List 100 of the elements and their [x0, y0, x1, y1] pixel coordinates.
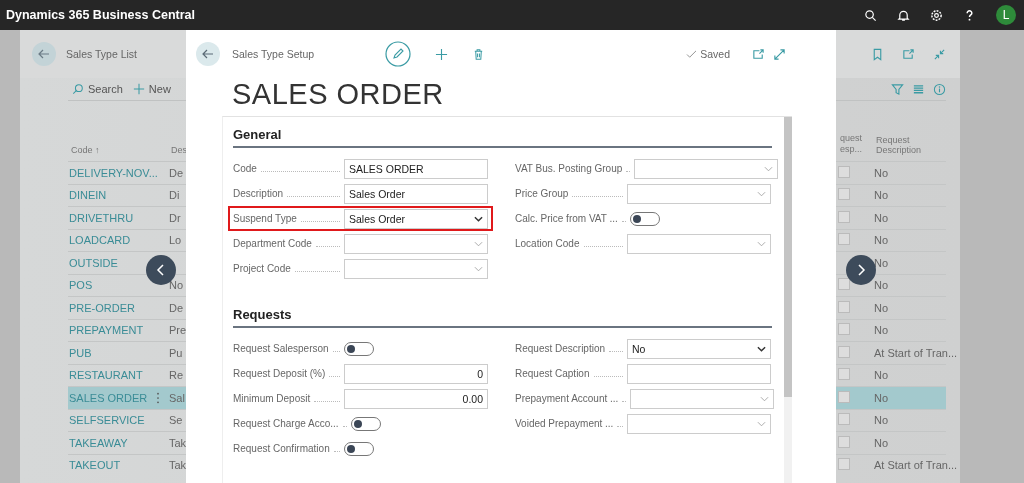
checkbox[interactable] [838, 368, 850, 381]
scrollbar[interactable] [784, 117, 792, 483]
code-link[interactable]: SALES ORDER [69, 391, 148, 404]
code-link[interactable]: DELIVERY-NOV... [69, 166, 158, 179]
delete-icon[interactable] [472, 47, 485, 61]
dropdown-field[interactable] [344, 258, 488, 279]
open-new-window-icon[interactable] [752, 47, 765, 61]
checkbox[interactable] [838, 458, 850, 471]
chevron-down-icon [757, 240, 766, 247]
checkbox[interactable] [838, 210, 850, 223]
field-label: Description [233, 188, 284, 199]
checkbox[interactable] [838, 345, 850, 358]
code-link[interactable]: PRE-ORDER [69, 301, 135, 314]
field-label: Project Code [233, 263, 291, 274]
settings-icon[interactable] [930, 8, 943, 22]
list-view-icon[interactable] [912, 82, 925, 96]
expand-icon[interactable] [773, 47, 786, 61]
back-icon[interactable] [196, 42, 220, 66]
open-new-window-icon[interactable] [902, 47, 915, 61]
section-header[interactable]: Requests [233, 307, 772, 328]
checkbox[interactable] [838, 390, 850, 403]
input-field[interactable]: Sales Order [344, 183, 488, 204]
collapse-icon[interactable] [933, 47, 946, 61]
input-field[interactable]: SALES ORDER [344, 158, 488, 179]
checkbox[interactable] [838, 413, 850, 426]
column-header[interactable]: Request Description [873, 135, 955, 155]
checkbox[interactable] [838, 188, 850, 201]
table-cell: Sal [169, 391, 185, 404]
more-options-icon[interactable] [156, 391, 160, 404]
page-title: Sales Type List [66, 48, 137, 60]
code-link[interactable]: LOADCARD [69, 234, 131, 247]
bell-icon[interactable] [897, 8, 910, 22]
code-link[interactable]: DINEIN [69, 189, 107, 202]
column-header[interactable]: Code ↑ [68, 145, 148, 155]
field-label: Request Salesperson [233, 343, 329, 354]
edit-icon[interactable] [385, 41, 411, 67]
field-label: Prepayment Account ... [515, 393, 619, 404]
checkbox[interactable] [838, 233, 850, 246]
dropdown-field[interactable] [627, 413, 771, 434]
field-label: Minimum Deposit [233, 393, 311, 404]
checkbox[interactable] [838, 323, 850, 336]
dropdown-field[interactable] [344, 233, 488, 254]
code-link[interactable]: PREPAYMENT [69, 324, 144, 337]
table-cell: No [874, 166, 889, 179]
code-link[interactable]: DRIVETHRU [69, 211, 134, 224]
table-cell: No [874, 301, 889, 314]
section-header[interactable]: General [233, 127, 772, 148]
dropdown-field[interactable]: Sales Order [344, 208, 488, 229]
dropdown-field[interactable] [627, 183, 771, 204]
field-label: Calc. Price from VAT ... [515, 213, 618, 224]
field-label: Price Group [515, 188, 569, 199]
chevron-down-icon [757, 345, 766, 352]
column-header[interactable]: quest esp... [837, 133, 870, 155]
search-icon[interactable] [864, 8, 877, 22]
table-cell: No [874, 436, 889, 449]
user-avatar[interactable]: L [996, 5, 1016, 25]
field-label: Request Caption [515, 368, 590, 379]
code-link[interactable]: POS [69, 279, 93, 292]
chevron-down-icon [757, 190, 766, 197]
table-cell: No [874, 369, 889, 382]
dropdown-field[interactable]: No [627, 338, 771, 359]
table-cell: Tak [169, 459, 187, 472]
code-link[interactable]: OUTSIDE [69, 256, 118, 269]
table-cell: De [169, 301, 184, 314]
table-cell: Dr [169, 211, 181, 224]
chevron-down-icon [764, 165, 774, 172]
table-cell: Di [169, 189, 180, 202]
checkbox[interactable] [838, 165, 850, 178]
field-label: Request Deposit (%) [233, 368, 326, 379]
search-button[interactable]: Search [72, 83, 133, 95]
dropdown-field[interactable] [634, 158, 779, 179]
field-label: Request Description [515, 343, 606, 354]
checkbox[interactable] [838, 278, 850, 291]
field-label: Request Charge Acco... [233, 418, 339, 429]
app-title: Dynamics 365 Business Central [6, 8, 195, 22]
back-icon[interactable] [32, 42, 56, 66]
code-link[interactable]: TAKEAWAY [69, 436, 128, 449]
dropdown-field[interactable] [627, 233, 771, 254]
input-field[interactable] [627, 363, 771, 384]
table-cell: Re [169, 369, 184, 382]
input-field[interactable]: 0 [344, 363, 488, 384]
input-field[interactable]: 0.00 [344, 388, 488, 409]
info-icon[interactable] [933, 82, 946, 96]
checkbox[interactable] [838, 300, 850, 313]
table-cell: At Start of Tran... [874, 459, 958, 472]
code-link[interactable]: PUB [69, 346, 92, 359]
dialog-caption: Sales Type Setup [232, 48, 316, 60]
chevron-down-icon [760, 395, 770, 402]
code-link[interactable]: RESTAURANT [69, 369, 143, 382]
chevron-down-icon [474, 265, 483, 272]
code-link[interactable]: SELFSERVICE [69, 414, 145, 427]
plus-icon [132, 83, 145, 95]
chevron-down-icon [474, 215, 483, 222]
dropdown-field[interactable] [630, 388, 775, 409]
add-icon[interactable] [435, 47, 448, 61]
checkbox[interactable] [838, 435, 850, 448]
new-button[interactable]: New [132, 83, 181, 95]
code-link[interactable]: TAKEOUT [69, 459, 121, 472]
filter-icon[interactable] [891, 82, 904, 96]
bookmark-icon[interactable] [871, 47, 884, 61]
